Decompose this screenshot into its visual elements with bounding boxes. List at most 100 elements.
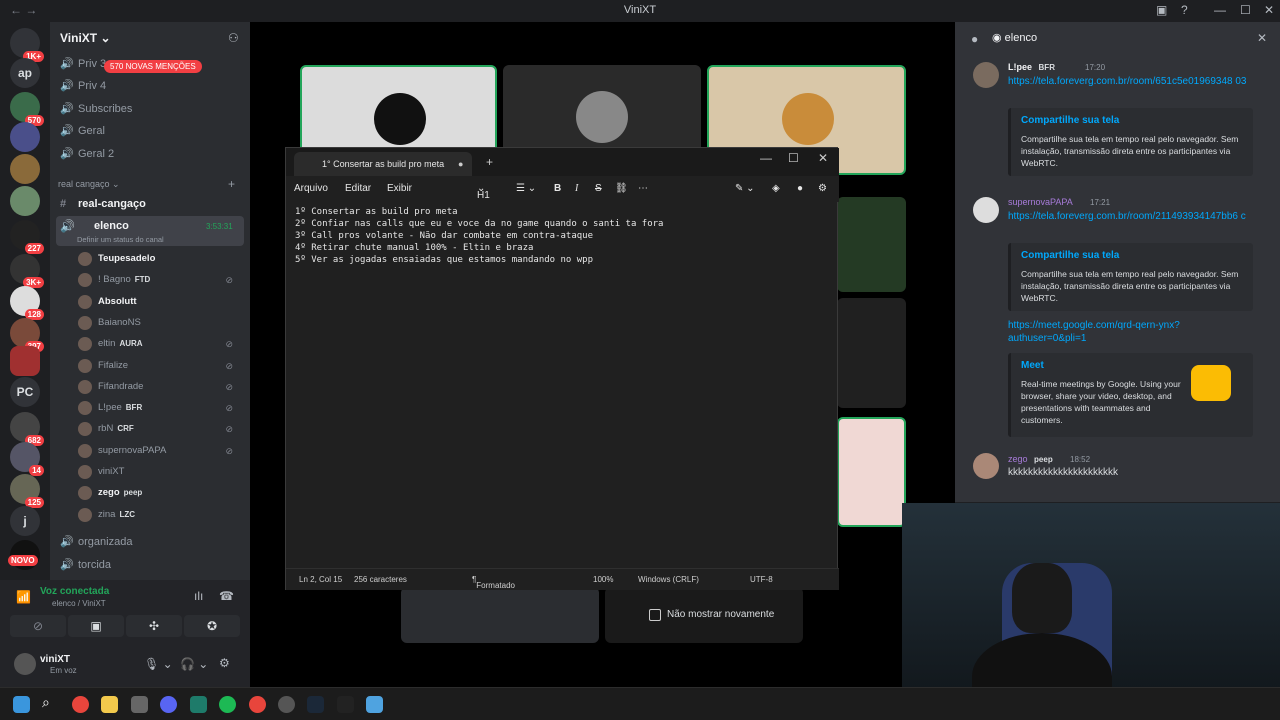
voice-channel-torcida[interactable]: 🔊 torcida: [60, 555, 245, 575]
italic-icon[interactable]: I: [575, 183, 578, 194]
message-author[interactable]: L!pee BFR: [1008, 62, 1055, 72]
voice-channel-geral2[interactable]: 🔊 Geral 2: [60, 144, 245, 164]
screen-share-button[interactable]: ▣: [68, 615, 124, 637]
search-icon[interactable]: ⌕: [42, 694, 59, 711]
app-icon[interactable]: [278, 696, 295, 713]
app-icon[interactable]: [337, 696, 354, 713]
voice-member[interactable]: zina LZC: [78, 506, 243, 524]
server-icon[interactable]: [10, 346, 40, 376]
voice-member[interactable]: ! Bagno FTD ⊘: [78, 271, 243, 289]
message-author[interactable]: supernovaPAPA: [1008, 197, 1073, 207]
more-icon[interactable]: ⋯: [638, 183, 648, 194]
voice-member[interactable]: Teupesadelo: [78, 250, 243, 268]
chrome-icon[interactable]: [72, 696, 89, 713]
avatar[interactable]: [973, 453, 999, 479]
voice-member[interactable]: viniXT: [78, 463, 243, 481]
server-icon[interactable]: [10, 122, 40, 152]
voice-channel-geral[interactable]: 🔊 Geral: [60, 121, 245, 141]
discord-home-icon[interactable]: 1K+: [10, 28, 44, 62]
voice-member[interactable]: eltin AURA ⊘: [78, 335, 243, 353]
format-indicator[interactable]: ¶ Formatado: [472, 575, 515, 590]
video-tile[interactable]: [837, 197, 906, 292]
voice-channel-organizada[interactable]: 🔊 organizada: [60, 532, 245, 552]
voice-location[interactable]: elenco / ViniXT: [52, 599, 106, 608]
embed-title[interactable]: Compartilhe sua tela: [1021, 115, 1243, 126]
account-icon[interactable]: ●: [797, 183, 803, 194]
activities-button[interactable]: ✣: [126, 615, 182, 637]
notepad-icon[interactable]: [366, 696, 383, 713]
message-link[interactable]: https://meet.google.com/qrd-qern-ynx?aut…: [1008, 319, 1208, 345]
disconnect-icon[interactable]: ☎: [219, 589, 234, 603]
soundboard-icon[interactable]: ılı: [194, 589, 203, 603]
bold-icon[interactable]: B: [554, 183, 561, 194]
avatar[interactable]: [973, 197, 999, 223]
new-tab-icon[interactable]: +: [486, 155, 493, 169]
add-friend-icon[interactable]: ⚇: [228, 31, 239, 45]
video-tile[interactable]: [401, 587, 599, 643]
signal-icon[interactable]: 📶: [16, 590, 31, 604]
video-tile[interactable]: [837, 417, 906, 527]
file-explorer-icon[interactable]: [101, 696, 118, 713]
notepad-tab[interactable]: 1° Consertar as build pro meta ●: [294, 152, 472, 176]
link-icon[interactable]: ⛓: [615, 183, 628, 194]
server-icon[interactable]: 128: [10, 286, 44, 320]
server-icon[interactable]: 397: [10, 318, 44, 352]
server-icon[interactable]: 570: [10, 92, 44, 126]
headphones-icon[interactable]: 🎧 ⌄: [180, 657, 208, 671]
server-pc[interactable]: PC: [10, 377, 40, 407]
strikethrough-icon[interactable]: S: [595, 183, 602, 194]
minimize-icon[interactable]: —: [760, 151, 772, 165]
maximize-icon[interactable]: ☐: [1240, 3, 1251, 17]
menu-arquivo[interactable]: Arquivo: [294, 183, 328, 194]
mentions-badge[interactable]: 570 NOVAS MENÇÕES: [104, 60, 202, 73]
server-icon[interactable]: 227: [10, 220, 44, 254]
server-j[interactable]: j: [10, 506, 40, 536]
avatar[interactable]: [973, 62, 999, 88]
dont-show-checkbox[interactable]: [649, 609, 661, 621]
heading-dropdown[interactable]: H1 ⌄: [477, 183, 490, 201]
notepad-text-area[interactable]: 1º Consertar as build pro meta 2º Confiar…: [295, 206, 663, 266]
voice-member[interactable]: supernovaPAPA ⊘: [78, 442, 243, 460]
inbox-icon[interactable]: ▣: [1156, 3, 1167, 17]
voice-member[interactable]: BaianoNS: [78, 314, 243, 332]
server-icon[interactable]: [10, 186, 40, 216]
avatar[interactable]: [14, 653, 36, 675]
line-ending[interactable]: Windows (CRLF): [638, 575, 699, 584]
copilot-icon[interactable]: ◈: [772, 183, 780, 194]
menu-exibir[interactable]: Exibir: [387, 183, 412, 194]
app-icon[interactable]: [131, 696, 148, 713]
add-channel-icon[interactable]: +: [228, 177, 235, 191]
server-icon[interactable]: NOVO: [8, 540, 40, 570]
unsaved-dot-icon[interactable]: ●: [458, 152, 463, 176]
video-tile[interactable]: [837, 298, 906, 408]
embed-title[interactable]: Compartilhe sua tela: [1021, 250, 1243, 261]
channel-status[interactable]: Definir um status do canal: [77, 235, 164, 244]
app-icon[interactable]: [190, 696, 207, 713]
start-icon[interactable]: [13, 696, 30, 713]
voice-member[interactable]: rbN CRF ⊘: [78, 420, 243, 438]
discord-icon[interactable]: [160, 696, 177, 713]
server-icon[interactable]: [10, 154, 40, 184]
camera-button[interactable]: ⊘: [10, 615, 66, 637]
list-icon[interactable]: ☰ ⌄: [516, 183, 536, 194]
server-icon[interactable]: 14: [10, 442, 44, 476]
active-voice-channel[interactable]: 🔊 elenco 3:53:31 Definir um status do ca…: [56, 216, 244, 246]
server-icon[interactable]: 3K+: [10, 254, 44, 288]
close-icon[interactable]: ✕: [1257, 31, 1267, 45]
minimize-icon[interactable]: —: [1214, 3, 1226, 17]
voice-member[interactable]: Absolutt: [78, 293, 243, 311]
chrome-icon[interactable]: [249, 696, 266, 713]
embed-title[interactable]: Meet: [1021, 360, 1183, 371]
voice-channel-priv4[interactable]: 🔊 Priv 4: [60, 76, 245, 96]
encoding[interactable]: UTF-8: [750, 575, 773, 584]
soundboard-button[interactable]: ✪: [184, 615, 240, 637]
microphone-icon[interactable]: 🎙 ⌄: [144, 657, 173, 671]
server-icon[interactable]: 125: [10, 474, 44, 508]
message-author[interactable]: zego peep: [1008, 454, 1053, 464]
server-name[interactable]: ViniXT ⌄: [60, 31, 111, 45]
steam-icon[interactable]: [307, 696, 324, 713]
menu-editar[interactable]: Editar: [345, 183, 371, 194]
close-icon[interactable]: ✕: [818, 151, 828, 165]
voice-member[interactable]: zego peep: [78, 484, 243, 502]
voice-member[interactable]: Fifandrade ⊘: [78, 378, 243, 396]
